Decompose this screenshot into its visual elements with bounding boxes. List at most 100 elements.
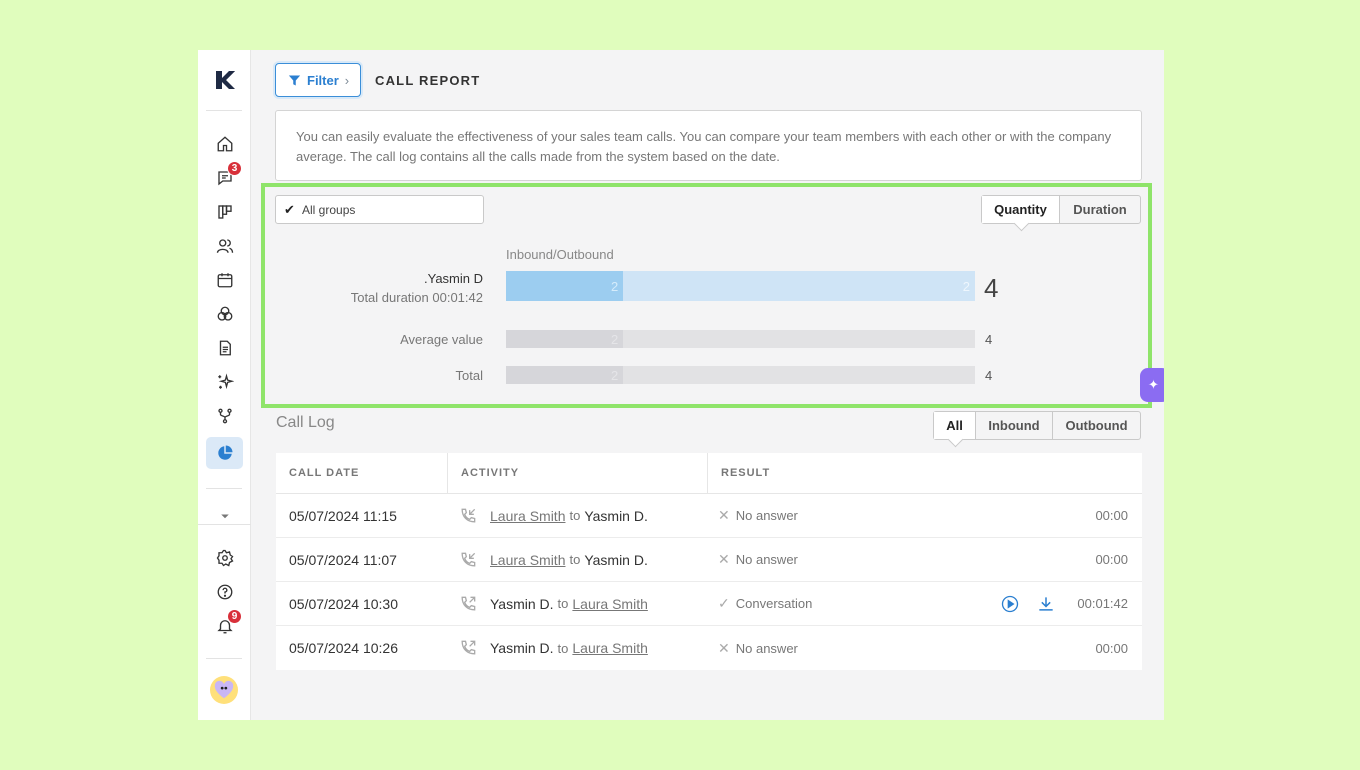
sidebar-item-notifications[interactable]: 9 <box>206 609 243 642</box>
average-outbound-bar <box>623 330 975 348</box>
assistant-button[interactable]: ✦ <box>1140 368 1164 402</box>
funnel-icon <box>288 75 301 85</box>
call-duration: 00:01:42 <box>1077 596 1128 611</box>
sidebar-item-calendar[interactable] <box>206 264 243 296</box>
to-word: to <box>557 596 569 611</box>
callee[interactable]: Yasmin D. <box>584 552 648 568</box>
filter-all[interactable]: All <box>934 412 976 439</box>
user-name: .Yasmin D <box>424 271 483 286</box>
sidebar-divider <box>206 658 242 659</box>
sidebar-divider <box>206 488 242 489</box>
column-activity[interactable]: ACTIVITY <box>448 453 708 493</box>
call-result: ✕ No answer <box>708 551 1142 568</box>
to-word: to <box>569 508 581 523</box>
groups-select[interactable]: ✔ All groups <box>275 195 484 224</box>
filter-inbound[interactable]: Inbound <box>976 412 1053 439</box>
call-direction-icon <box>461 596 476 611</box>
play-icon[interactable] <box>1000 594 1020 614</box>
toggle-duration[interactable]: Duration <box>1060 196 1140 223</box>
call-duration: 00:00 <box>1095 552 1128 567</box>
messages-badge: 3 <box>227 161 242 176</box>
total-inbound-bar: 2 <box>506 366 624 384</box>
x-icon: ✕ <box>718 507 730 523</box>
kanban-icon <box>217 205 232 219</box>
result-text: Conversation <box>735 596 813 611</box>
table-row[interactable]: 05/07/2024 11:15 Laura Smith to Yasmin D… <box>276 494 1142 538</box>
help-icon <box>217 584 232 600</box>
table-row[interactable]: 05/07/2024 10:26 Yasmin D. to Laura Smit… <box>276 626 1142 670</box>
sidebar-item-documents[interactable] <box>206 332 243 364</box>
filter-label: Filter <box>307 72 339 88</box>
column-call-date[interactable]: CALL DATE <box>276 453 448 493</box>
column-result[interactable]: RESULT <box>708 453 1142 493</box>
sidebar-item-help[interactable] <box>206 576 243 608</box>
user-bar: 2 2 <box>506 271 975 301</box>
average-inbound-bar: 2 <box>506 330 624 348</box>
call-duration: 00:00 <box>1095 640 1128 656</box>
sidebar-item-pipeline[interactable] <box>206 196 243 228</box>
sidebar-item-workflows[interactable] <box>206 400 243 432</box>
call-result: ✕ No answer <box>708 640 1142 657</box>
filter-button[interactable]: Filter › <box>275 63 361 97</box>
user-outbound-bar: 2 <box>623 271 975 301</box>
checkmark-icon: ✔ <box>284 201 295 217</box>
calendar-icon <box>217 273 232 288</box>
total-label: Total <box>455 368 483 383</box>
caret-down-icon <box>220 514 229 519</box>
call-log-filter: All Inbound Outbound <box>933 411 1141 440</box>
call-direction-icon <box>461 508 476 523</box>
filter-outbound[interactable]: Outbound <box>1053 412 1140 439</box>
total-total: 4 <box>985 368 993 383</box>
user-duration: Total duration 00:01:42 <box>350 290 483 305</box>
call-activity: Laura Smith to Yasmin D. <box>448 506 708 526</box>
table-row[interactable]: 05/07/2024 11:07 Laura Smith to Yasmin D… <box>276 538 1142 582</box>
call-duration: 00:00 <box>1095 508 1128 523</box>
download-icon[interactable] <box>1036 594 1056 614</box>
call-direction-icon <box>461 640 476 655</box>
call-activity: Laura Smith to Yasmin D. <box>448 550 708 570</box>
sidebar-item-settings[interactable] <box>206 542 243 574</box>
table-body: 05/07/2024 11:15 Laura Smith to Yasmin D… <box>276 494 1142 670</box>
to-word: to <box>557 640 569 656</box>
call-log-table: CALL DATE ACTIVITY RESULT 05/07/2024 11:… <box>276 453 1142 670</box>
to-word: to <box>569 552 581 567</box>
caller[interactable]: Yasmin D. <box>490 640 554 656</box>
table-header: CALL DATE ACTIVITY RESULT <box>276 453 1142 494</box>
app-logo[interactable] <box>212 68 236 92</box>
caller[interactable]: Yasmin D. <box>490 596 554 612</box>
total-bar: 2 <box>506 366 975 384</box>
x-icon: ✕ <box>718 551 730 567</box>
user-avatar[interactable] <box>210 676 238 704</box>
toggle-quantity[interactable]: Quantity <box>982 196 1060 223</box>
call-date: 05/07/2024 11:07 <box>289 551 397 568</box>
sidebar-item-reports[interactable] <box>206 437 243 469</box>
result-text: No answer <box>735 508 798 523</box>
call-date: 05/07/2024 10:30 <box>289 595 398 612</box>
call-direction-icon <box>461 552 476 567</box>
call-activity: Yasmin D. to Laura Smith <box>448 638 708 658</box>
bar-caption: Inbound/Outbound <box>506 247 614 262</box>
gear-icon <box>216 549 233 567</box>
average-bar: 2 <box>506 330 975 348</box>
users-icon <box>216 239 233 253</box>
sidebar-item-home[interactable] <box>206 128 243 160</box>
callee[interactable]: Laura Smith <box>572 596 647 612</box>
x-icon: ✕ <box>718 639 730 656</box>
sidebar-item-messages[interactable]: 3 <box>206 161 243 194</box>
sidebar-more-toggle[interactable] <box>206 500 243 532</box>
sidebar-item-segments[interactable] <box>206 298 243 330</box>
table-row[interactable]: 05/07/2024 10:30 Yasmin D. to Laura Smit… <box>276 582 1142 626</box>
call-activity: Yasmin D. to Laura Smith <box>448 594 708 614</box>
notifications-badge: 9 <box>227 609 242 624</box>
sparkles-icon <box>217 373 234 390</box>
sidebar-item-ai[interactable] <box>206 366 243 398</box>
callee[interactable]: Yasmin D. <box>584 508 648 524</box>
sidebar-item-contacts[interactable] <box>206 230 243 262</box>
callee[interactable]: Laura Smith <box>572 640 647 656</box>
pie-chart-icon <box>217 445 232 460</box>
call-log-title: Call Log <box>276 414 335 431</box>
caller[interactable]: Laura Smith <box>490 552 565 568</box>
chevron-right-icon: › <box>344 72 350 88</box>
caller[interactable]: Laura Smith <box>490 508 565 524</box>
app-window: 3 9 Filter › CALL REPORT You can easily … <box>198 50 1164 720</box>
